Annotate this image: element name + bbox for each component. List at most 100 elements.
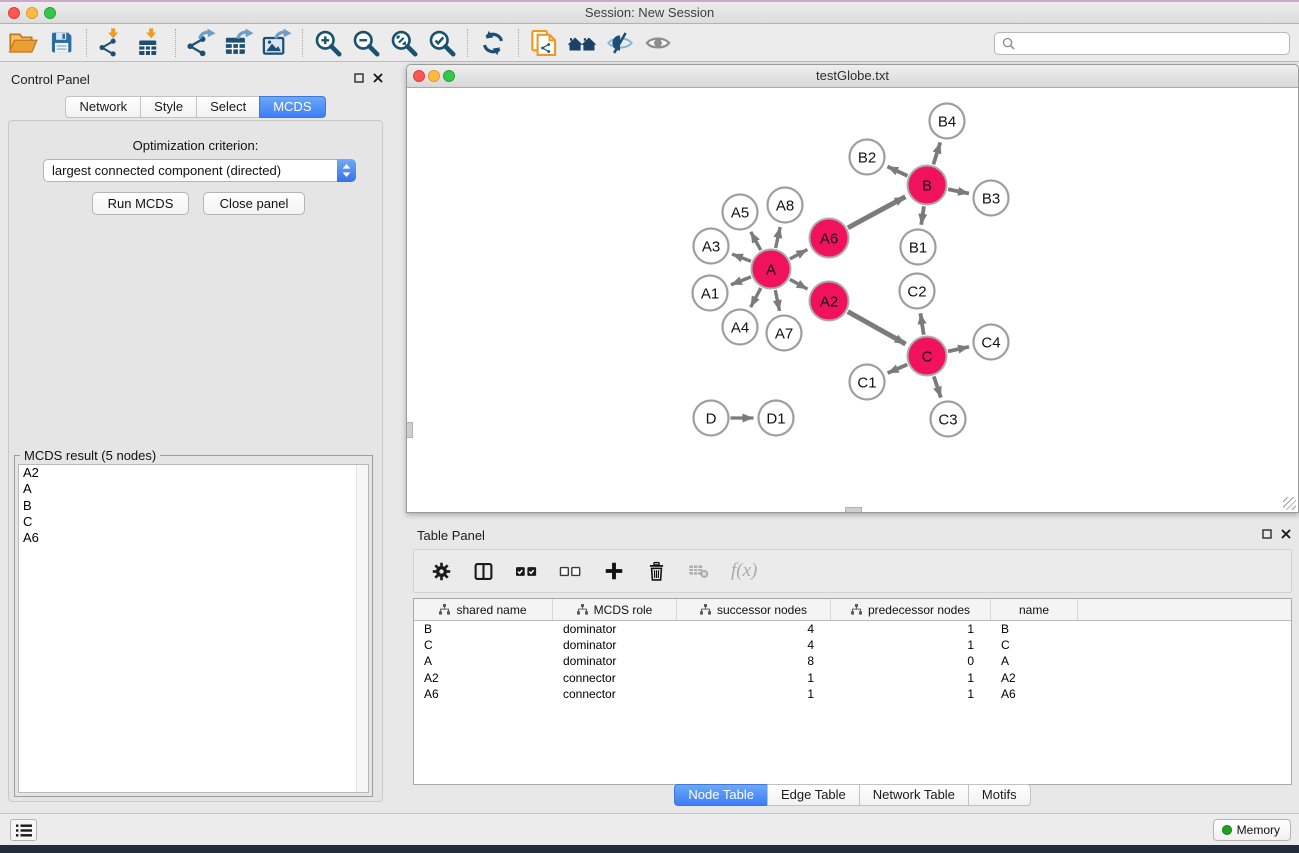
graph-node-B4[interactable]: B4 <box>930 104 965 139</box>
graph-edge-B-B2[interactable] <box>887 167 907 176</box>
graph-node-A8[interactable]: A8 <box>768 188 803 223</box>
cell[interactable]: 8 <box>677 653 831 669</box>
graph-node-B3[interactable]: B3 <box>974 181 1009 216</box>
graph-node-A1[interactable]: A1 <box>693 276 728 311</box>
graph-node-A2[interactable]: A2 <box>810 282 849 321</box>
cell[interactable]: dominator <box>553 637 677 653</box>
cell[interactable]: 1 <box>831 621 991 637</box>
cell[interactable]: dominator <box>553 621 677 637</box>
vertical-scrollbar-thumb[interactable] <box>407 422 413 438</box>
zoom-selected-button[interactable] <box>423 26 461 60</box>
main-titlebar[interactable]: Session: New Session <box>0 2 1299 24</box>
save-session-button[interactable] <box>42 26 80 60</box>
tab-motifs[interactable]: Motifs <box>968 784 1031 806</box>
graph-edge-B-B3[interactable] <box>948 189 969 193</box>
task-history-button[interactable] <box>10 819 37 841</box>
graph-edge-A-A1[interactable] <box>731 277 751 285</box>
graph-node-B1[interactable]: B1 <box>901 230 936 265</box>
cell[interactable]: 0 <box>831 653 991 669</box>
graph-edge-B-B1[interactable] <box>921 206 924 224</box>
export-network-button[interactable] <box>182 26 220 60</box>
cell[interactable]: 1 <box>677 670 831 686</box>
import-table-button[interactable] <box>131 26 169 60</box>
column-header-successor-nodes[interactable]: successor nodes <box>677 599 831 620</box>
graph-node-C4[interactable]: C4 <box>974 325 1009 360</box>
export-image-button[interactable] <box>258 26 296 60</box>
search-input[interactable] <box>1020 34 1289 53</box>
memory-button[interactable]: Memory <box>1213 819 1291 841</box>
node-table[interactable]: shared nameMCDS rolesuccessor nodesprede… <box>413 598 1292 785</box>
graph-edge-C-C4[interactable] <box>948 347 969 352</box>
open-file-button[interactable] <box>4 26 42 60</box>
cell[interactable]: connector <box>553 686 677 702</box>
mcds-result-item[interactable]: C <box>19 514 368 530</box>
graph-node-C[interactable]: C <box>908 337 947 376</box>
tab-node-table[interactable]: Node Table <box>674 784 768 806</box>
cell[interactable]: A2 <box>414 670 553 686</box>
cell[interactable]: connector <box>553 670 677 686</box>
cell[interactable]: A <box>991 653 1078 669</box>
cell[interactable]: dominator <box>553 653 677 669</box>
graph-edge-C-C3[interactable] <box>934 376 941 397</box>
run-mcds-button[interactable]: Run MCDS <box>92 192 189 215</box>
table-row[interactable]: Adominator80A <box>414 653 1291 669</box>
graph-edge-A-A6[interactable] <box>790 250 807 259</box>
home-button[interactable] <box>563 26 601 60</box>
zoom-out-button[interactable] <box>347 26 385 60</box>
horizontal-scrollbar-thumb[interactable] <box>845 507 862 512</box>
column-header-name[interactable]: name <box>991 599 1078 620</box>
refresh-network-button[interactable] <box>474 26 512 60</box>
table-row[interactable]: A2connector11A2 <box>414 670 1291 686</box>
network-minimize-button[interactable] <box>428 70 440 82</box>
close-panel-icon[interactable] <box>1281 529 1291 539</box>
tab-mcds[interactable]: MCDS <box>259 96 325 118</box>
table-row[interactable]: A6connector11A6 <box>414 686 1291 702</box>
graph-node-B2[interactable]: B2 <box>850 140 885 175</box>
cell[interactable]: B <box>991 621 1078 637</box>
list-scrollbar[interactable] <box>356 465 368 792</box>
close-window-button[interactable] <box>8 7 20 19</box>
graph-node-A5[interactable]: A5 <box>723 195 758 230</box>
cell[interactable]: A6 <box>414 686 553 702</box>
search-field[interactable] <box>994 32 1290 55</box>
cell[interactable]: 1 <box>831 670 991 686</box>
cell[interactable]: 4 <box>677 637 831 653</box>
graph-edge-B-B4[interactable] <box>933 142 940 164</box>
mcds-result-list[interactable]: A2ABCA6 <box>18 464 369 793</box>
maximize-window-button[interactable] <box>44 7 56 19</box>
graph-edge-A-A4[interactable] <box>751 288 761 307</box>
cell[interactable]: C <box>991 637 1078 653</box>
network-maximize-button[interactable] <box>443 70 455 82</box>
graph-node-D1[interactable]: D1 <box>759 401 794 436</box>
cell[interactable]: B <box>414 621 553 637</box>
hide-selected-button[interactable] <box>601 26 639 60</box>
mcds-result-item[interactable]: B <box>19 498 368 514</box>
tab-select[interactable]: Select <box>196 96 260 118</box>
tab-style[interactable]: Style <box>140 96 197 118</box>
cell[interactable]: C <box>414 637 553 653</box>
mcds-result-item[interactable]: A6 <box>19 530 368 546</box>
graph-edge-A-A5[interactable] <box>751 232 761 250</box>
graph-edge-A6-B[interactable] <box>848 197 906 228</box>
network-graph-canvas[interactable]: B4B2BB3A8A5A6A3B1AC2A1A2A4A7C4CC1DD1C3 <box>407 88 1298 512</box>
criterion-select[interactable]: largest connected component (directed) <box>43 159 356 182</box>
float-panel-icon[interactable] <box>1262 529 1272 539</box>
graph-node-C1[interactable]: C1 <box>850 365 885 400</box>
table-row[interactable]: Cdominator41C <box>414 637 1291 653</box>
add-row-icon[interactable] <box>603 560 625 582</box>
graph-node-A6[interactable]: A6 <box>810 219 849 258</box>
graph-edge-A-A3[interactable] <box>732 254 751 261</box>
column-header-mcds-role[interactable]: MCDS role <box>553 599 677 620</box>
cell[interactable]: 1 <box>831 686 991 702</box>
network-window-titlebar[interactable]: testGlobe.txt <box>407 65 1298 88</box>
split-panel-icon[interactable] <box>473 561 494 582</box>
tab-edge-table[interactable]: Edge Table <box>767 784 860 806</box>
mcds-result-item[interactable]: A <box>19 481 368 497</box>
column-header-shared-name[interactable]: shared name <box>414 599 553 620</box>
import-network-button[interactable] <box>93 26 131 60</box>
graph-node-C2[interactable]: C2 <box>900 274 935 309</box>
table-row[interactable]: Bdominator41B <box>414 621 1291 637</box>
zoom-in-button[interactable] <box>309 26 347 60</box>
cell[interactable]: A6 <box>991 686 1078 702</box>
resize-grip[interactable] <box>1283 497 1296 510</box>
